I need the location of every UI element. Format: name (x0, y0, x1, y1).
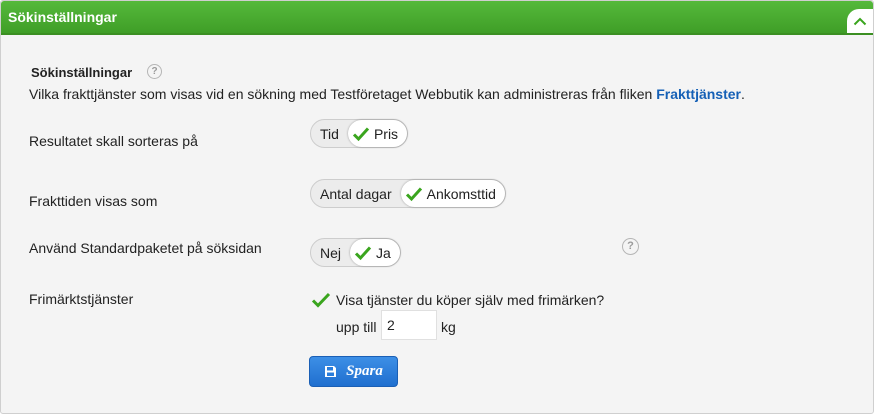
checkmark-icon (352, 126, 370, 141)
delivery-toggle[interactable]: Antal dagar Ankomsttid (310, 179, 506, 208)
stamps-checkbox-row: Visa tjänster du köper själv med frimärk… (311, 291, 604, 309)
stamps-label: Frimärktstjänster (29, 291, 134, 307)
question-circle-icon[interactable]: ? (622, 238, 639, 255)
sort-label: Resultatet skall sorteras på (29, 133, 198, 149)
floppy-disk-icon (325, 366, 337, 377)
intro-text: Vilka frakttjänster som visas vid en sök… (29, 86, 745, 102)
collapse-button[interactable] (847, 9, 873, 33)
standard-label: Använd Standardpaketet på söksidan (29, 240, 262, 256)
standard-option-nej[interactable]: Nej (311, 239, 350, 266)
question-circle-icon[interactable]: ? (147, 64, 162, 79)
upto-label: upp till (336, 319, 377, 335)
delivery-label: Frakttiden visas som (29, 193, 158, 209)
sort-option-pris[interactable]: Pris (347, 120, 408, 147)
checkmark-icon (311, 292, 331, 308)
panel-header: Sökinställningar (1, 1, 873, 35)
standard-toggle[interactable]: Nej Ja (310, 238, 401, 267)
sort-toggle[interactable]: Tid Pris (310, 119, 409, 148)
stamps-checkbox[interactable] (311, 291, 331, 309)
stamps-checkbox-label[interactable]: Visa tjänster du köper själv med frimärk… (336, 292, 604, 308)
settings-panel: Sökinställningar Sökinställningar ? Vilk… (0, 0, 874, 414)
section-title: Sökinställningar (31, 65, 133, 80)
unit-label: kg (441, 319, 456, 335)
panel-title: Sökinställningar (8, 9, 117, 25)
sort-option-tid[interactable]: Tid (311, 120, 348, 147)
frakttjanster-link[interactable]: Frakttjänster (656, 86, 741, 102)
chevron-up-icon (853, 17, 867, 26)
weight-input[interactable] (381, 310, 437, 340)
standard-option-ja[interactable]: Ja (350, 239, 400, 266)
checkmark-icon (354, 245, 372, 260)
delivery-option-antal-dagar[interactable]: Antal dagar (311, 180, 401, 207)
checkmark-icon (405, 186, 422, 201)
save-button[interactable]: Spara (309, 356, 398, 387)
delivery-option-ankomsttid[interactable]: Ankomsttid (400, 180, 505, 207)
